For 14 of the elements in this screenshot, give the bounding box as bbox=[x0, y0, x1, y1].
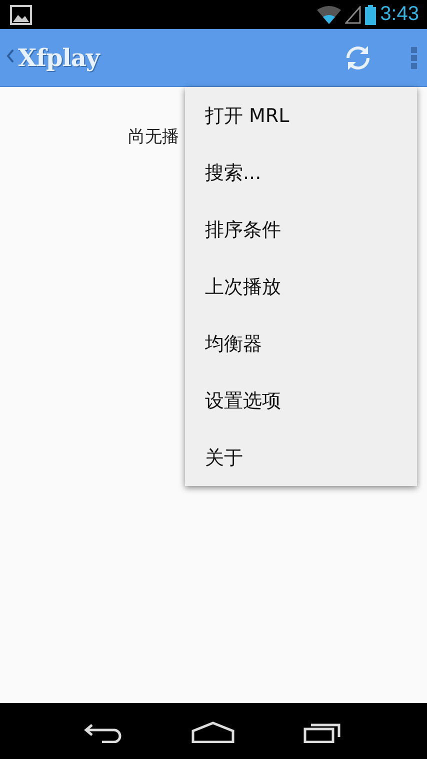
home-icon[interactable] bbox=[191, 720, 236, 742]
wifi-icon bbox=[317, 6, 342, 24]
gallery-icon bbox=[10, 4, 32, 24]
menu-item[interactable]: 设置选项 bbox=[185, 372, 417, 429]
empty-message: 尚无播 bbox=[128, 126, 179, 147]
menu-item[interactable]: 上次播放 bbox=[185, 258, 417, 315]
status-time: 3:43 bbox=[380, 3, 419, 26]
signal-icon bbox=[345, 6, 362, 24]
menu-item[interactable]: 排序条件 bbox=[185, 201, 417, 258]
battery-icon bbox=[365, 4, 376, 24]
menu-item[interactable]: 打开 MRL bbox=[185, 87, 417, 144]
menu-item[interactable]: 均衡器 bbox=[185, 315, 417, 372]
menu-item[interactable]: 关于 bbox=[185, 429, 417, 486]
menu-item[interactable]: 搜索... bbox=[185, 144, 417, 201]
